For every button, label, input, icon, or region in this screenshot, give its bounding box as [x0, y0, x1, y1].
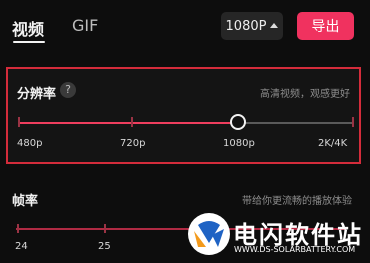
tab-video[interactable]: 视频 — [12, 16, 44, 40]
tab-active-underline — [13, 41, 45, 43]
resolution-label-1080p[interactable]: 1080p — [223, 138, 255, 149]
resolution-slider-track[interactable] — [18, 122, 354, 124]
resolution-tick-720p — [131, 117, 133, 127]
resolution-tick-480p — [18, 117, 20, 127]
resolution-hint: 高清视频，观感更好 — [260, 89, 350, 100]
frame-rate-tick-25 — [104, 224, 106, 233]
caret-up-icon — [270, 22, 279, 28]
frame-rate-label-25[interactable]: 25 — [98, 241, 111, 252]
resolution-tick-2k4k — [352, 117, 354, 127]
resolution-label-480p[interactable]: 480p — [17, 138, 42, 149]
tab-gif[interactable]: GIF — [72, 16, 98, 35]
frame-rate-hint: 带给你更流畅的播放体验 — [242, 196, 352, 207]
export-button[interactable]: 导出 — [297, 12, 354, 40]
frame-rate-tick-24 — [17, 224, 19, 233]
watermark-logo-icon — [188, 213, 230, 255]
resolution-label-2k4k[interactable]: 2K/4K — [318, 138, 347, 149]
resolution-title: 分辨率 — [17, 87, 57, 102]
help-icon[interactable]: ? — [60, 82, 76, 98]
frame-rate-label-24[interactable]: 24 — [15, 241, 28, 252]
resolution-panel: 分辨率 ? 高清视频，观感更好 480p 720p 1080p 2K/4K — [6, 67, 361, 164]
frame-rate-title: 帧率 — [12, 194, 39, 209]
watermark-url: WWW.DS-SOLARBATTERY.COM — [234, 245, 356, 254]
resolution-dropdown-value: 1080P — [225, 18, 267, 34]
resolution-dropdown[interactable]: 1080P — [221, 12, 283, 40]
resolution-label-720p[interactable]: 720p — [120, 138, 145, 149]
resolution-slider-knob[interactable] — [230, 114, 246, 130]
